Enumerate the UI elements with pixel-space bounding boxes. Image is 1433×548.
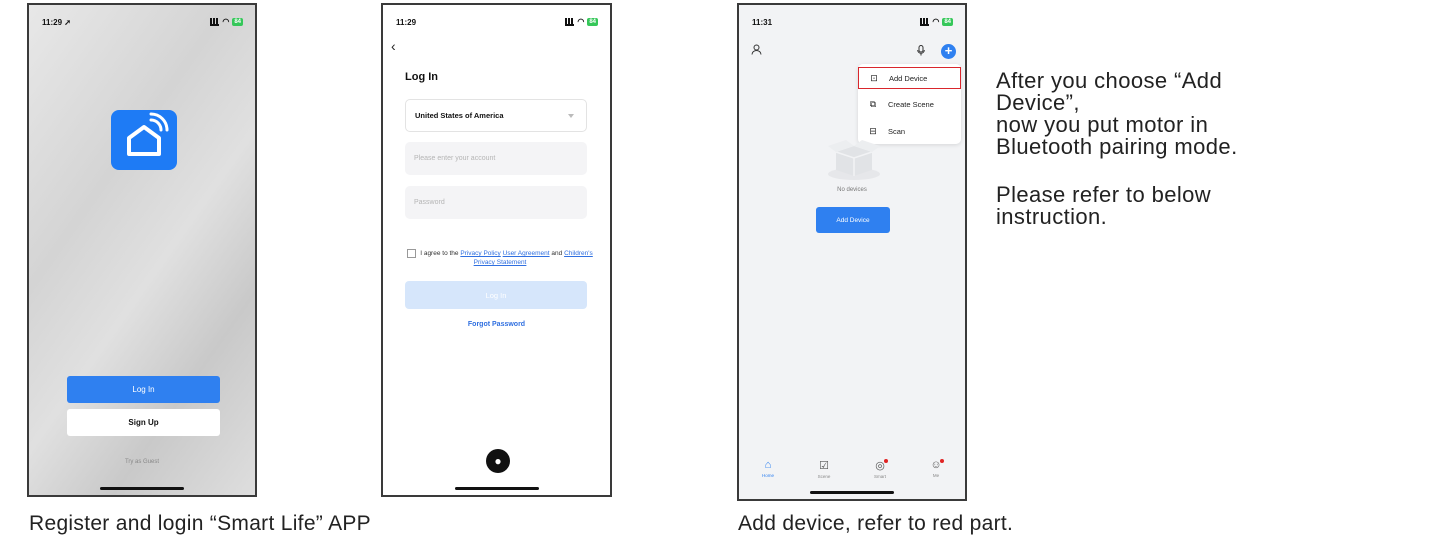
instruction-line: now you put motor in xyxy=(996,112,1209,137)
chevron-down-icon xyxy=(568,114,574,118)
chevron-left-icon[interactable]: ‹ xyxy=(391,38,396,54)
battery-icon: 84 xyxy=(232,17,243,26)
privacy-policy-link[interactable]: Privacy Policy xyxy=(460,250,500,257)
menu-item-create-scene[interactable]: ⧉ Create Scene xyxy=(858,93,961,115)
status-icons: ◠ 84 xyxy=(210,17,243,26)
account-input[interactable]: Please enter your account xyxy=(405,142,587,175)
login-button[interactable]: Log In xyxy=(67,376,220,403)
battery-icon: 84 xyxy=(942,17,953,26)
try-as-guest-link[interactable]: Try as Guest xyxy=(29,459,255,465)
home-icon: ⌂ xyxy=(764,459,772,471)
battery-icon: 84 xyxy=(587,17,598,26)
smart-life-logo xyxy=(111,110,177,170)
tab-scene[interactable]: ☑ Scene xyxy=(804,459,844,479)
apple-icon[interactable]: ● xyxy=(486,449,510,473)
agree-checkbox[interactable] xyxy=(407,249,417,258)
signal-icon xyxy=(920,17,930,26)
instruction-line: After you choose “Add xyxy=(996,68,1223,93)
wifi-icon: ◠ xyxy=(577,17,585,26)
agreement-text: I agree to the Privacy Policy User Agree… xyxy=(405,249,595,267)
empty-state-text: No devices xyxy=(837,187,867,193)
status-time: 11:31 xyxy=(752,18,773,27)
instruction-line: Device”, xyxy=(996,90,1080,115)
caption-add-device: Add device, refer to red part. xyxy=(738,512,1014,535)
home-indicator xyxy=(454,487,539,490)
notification-dot xyxy=(940,459,944,463)
signal-icon xyxy=(565,17,575,26)
country-select[interactable]: United States of America xyxy=(405,99,587,132)
menu-item-add-device[interactable]: ⊡ Add Device xyxy=(858,67,961,89)
me-icon: ☺ xyxy=(916,459,956,471)
password-input[interactable]: Password xyxy=(405,186,587,219)
login-submit-button[interactable]: Log In xyxy=(405,281,587,309)
scene-icon: ☑ xyxy=(819,460,829,472)
empty-box-illustration xyxy=(822,130,886,182)
wifi-icon: ◠ xyxy=(222,17,230,26)
signal-icon xyxy=(210,17,220,26)
instruction-text: After you choose “Add Device”, now you p… xyxy=(996,70,1326,228)
status-icons: ◠ 84 xyxy=(565,17,598,26)
tab-smart[interactable]: ◎ Smart xyxy=(860,459,900,479)
phone-home-screen: 11:31 ◠ 84 + ⊡ Add Device ⧉ Create Scene… xyxy=(737,3,967,501)
status-icons: ◠ 84 xyxy=(920,17,953,26)
add-plus-button[interactable]: + xyxy=(941,44,956,59)
status-bar: 11:31 ◠ 84 xyxy=(739,5,965,35)
home-indicator xyxy=(810,491,894,494)
instruction-line: instruction. xyxy=(996,204,1108,229)
tab-home[interactable]: ⌂ Home xyxy=(748,459,788,478)
notification-dot xyxy=(884,459,888,463)
home-indicator xyxy=(100,487,184,490)
status-bar: 11:29 ◠ 84 xyxy=(383,5,610,35)
add-device-button[interactable]: Add Device xyxy=(816,207,890,233)
phone-login-screen: 11:29 ◠ 84 ‹ Log In United States of Ame… xyxy=(381,3,612,497)
country-value: United States of America xyxy=(415,111,504,120)
add-device-icon: ⊡ xyxy=(870,72,878,83)
microphone-icon[interactable] xyxy=(917,45,925,59)
instruction-line: Please refer to below xyxy=(996,182,1212,207)
create-scene-icon: ⧉ xyxy=(869,98,877,109)
forgot-password-link[interactable]: Forgot Password xyxy=(383,321,610,328)
bottom-tab-bar: ⌂ Home ☑ Scene ◎ Smart ☺ Me xyxy=(739,455,965,495)
signup-button[interactable]: Sign Up xyxy=(67,409,220,436)
wifi-icon: ◠ xyxy=(932,17,940,26)
status-time: 11:29 xyxy=(396,18,417,27)
tab-me[interactable]: ☺ Me xyxy=(916,459,956,478)
page-title: Log In xyxy=(405,71,438,83)
instruction-line: Bluetooth pairing mode. xyxy=(996,134,1238,159)
phone-welcome-screen: 11:29 ➚ ◠ 84 Log In Sign Up Try as Guest xyxy=(27,3,257,497)
caption-register-login: Register and login “Smart Life” APP xyxy=(29,512,371,535)
status-bar: 11:29 ➚ ◠ 84 xyxy=(29,5,255,35)
status-time: 11:29 ➚ xyxy=(42,18,71,27)
smart-icon: ◎ xyxy=(860,459,900,472)
user-agreement-link[interactable]: User Agreement xyxy=(503,250,550,257)
person-icon[interactable] xyxy=(751,44,762,58)
